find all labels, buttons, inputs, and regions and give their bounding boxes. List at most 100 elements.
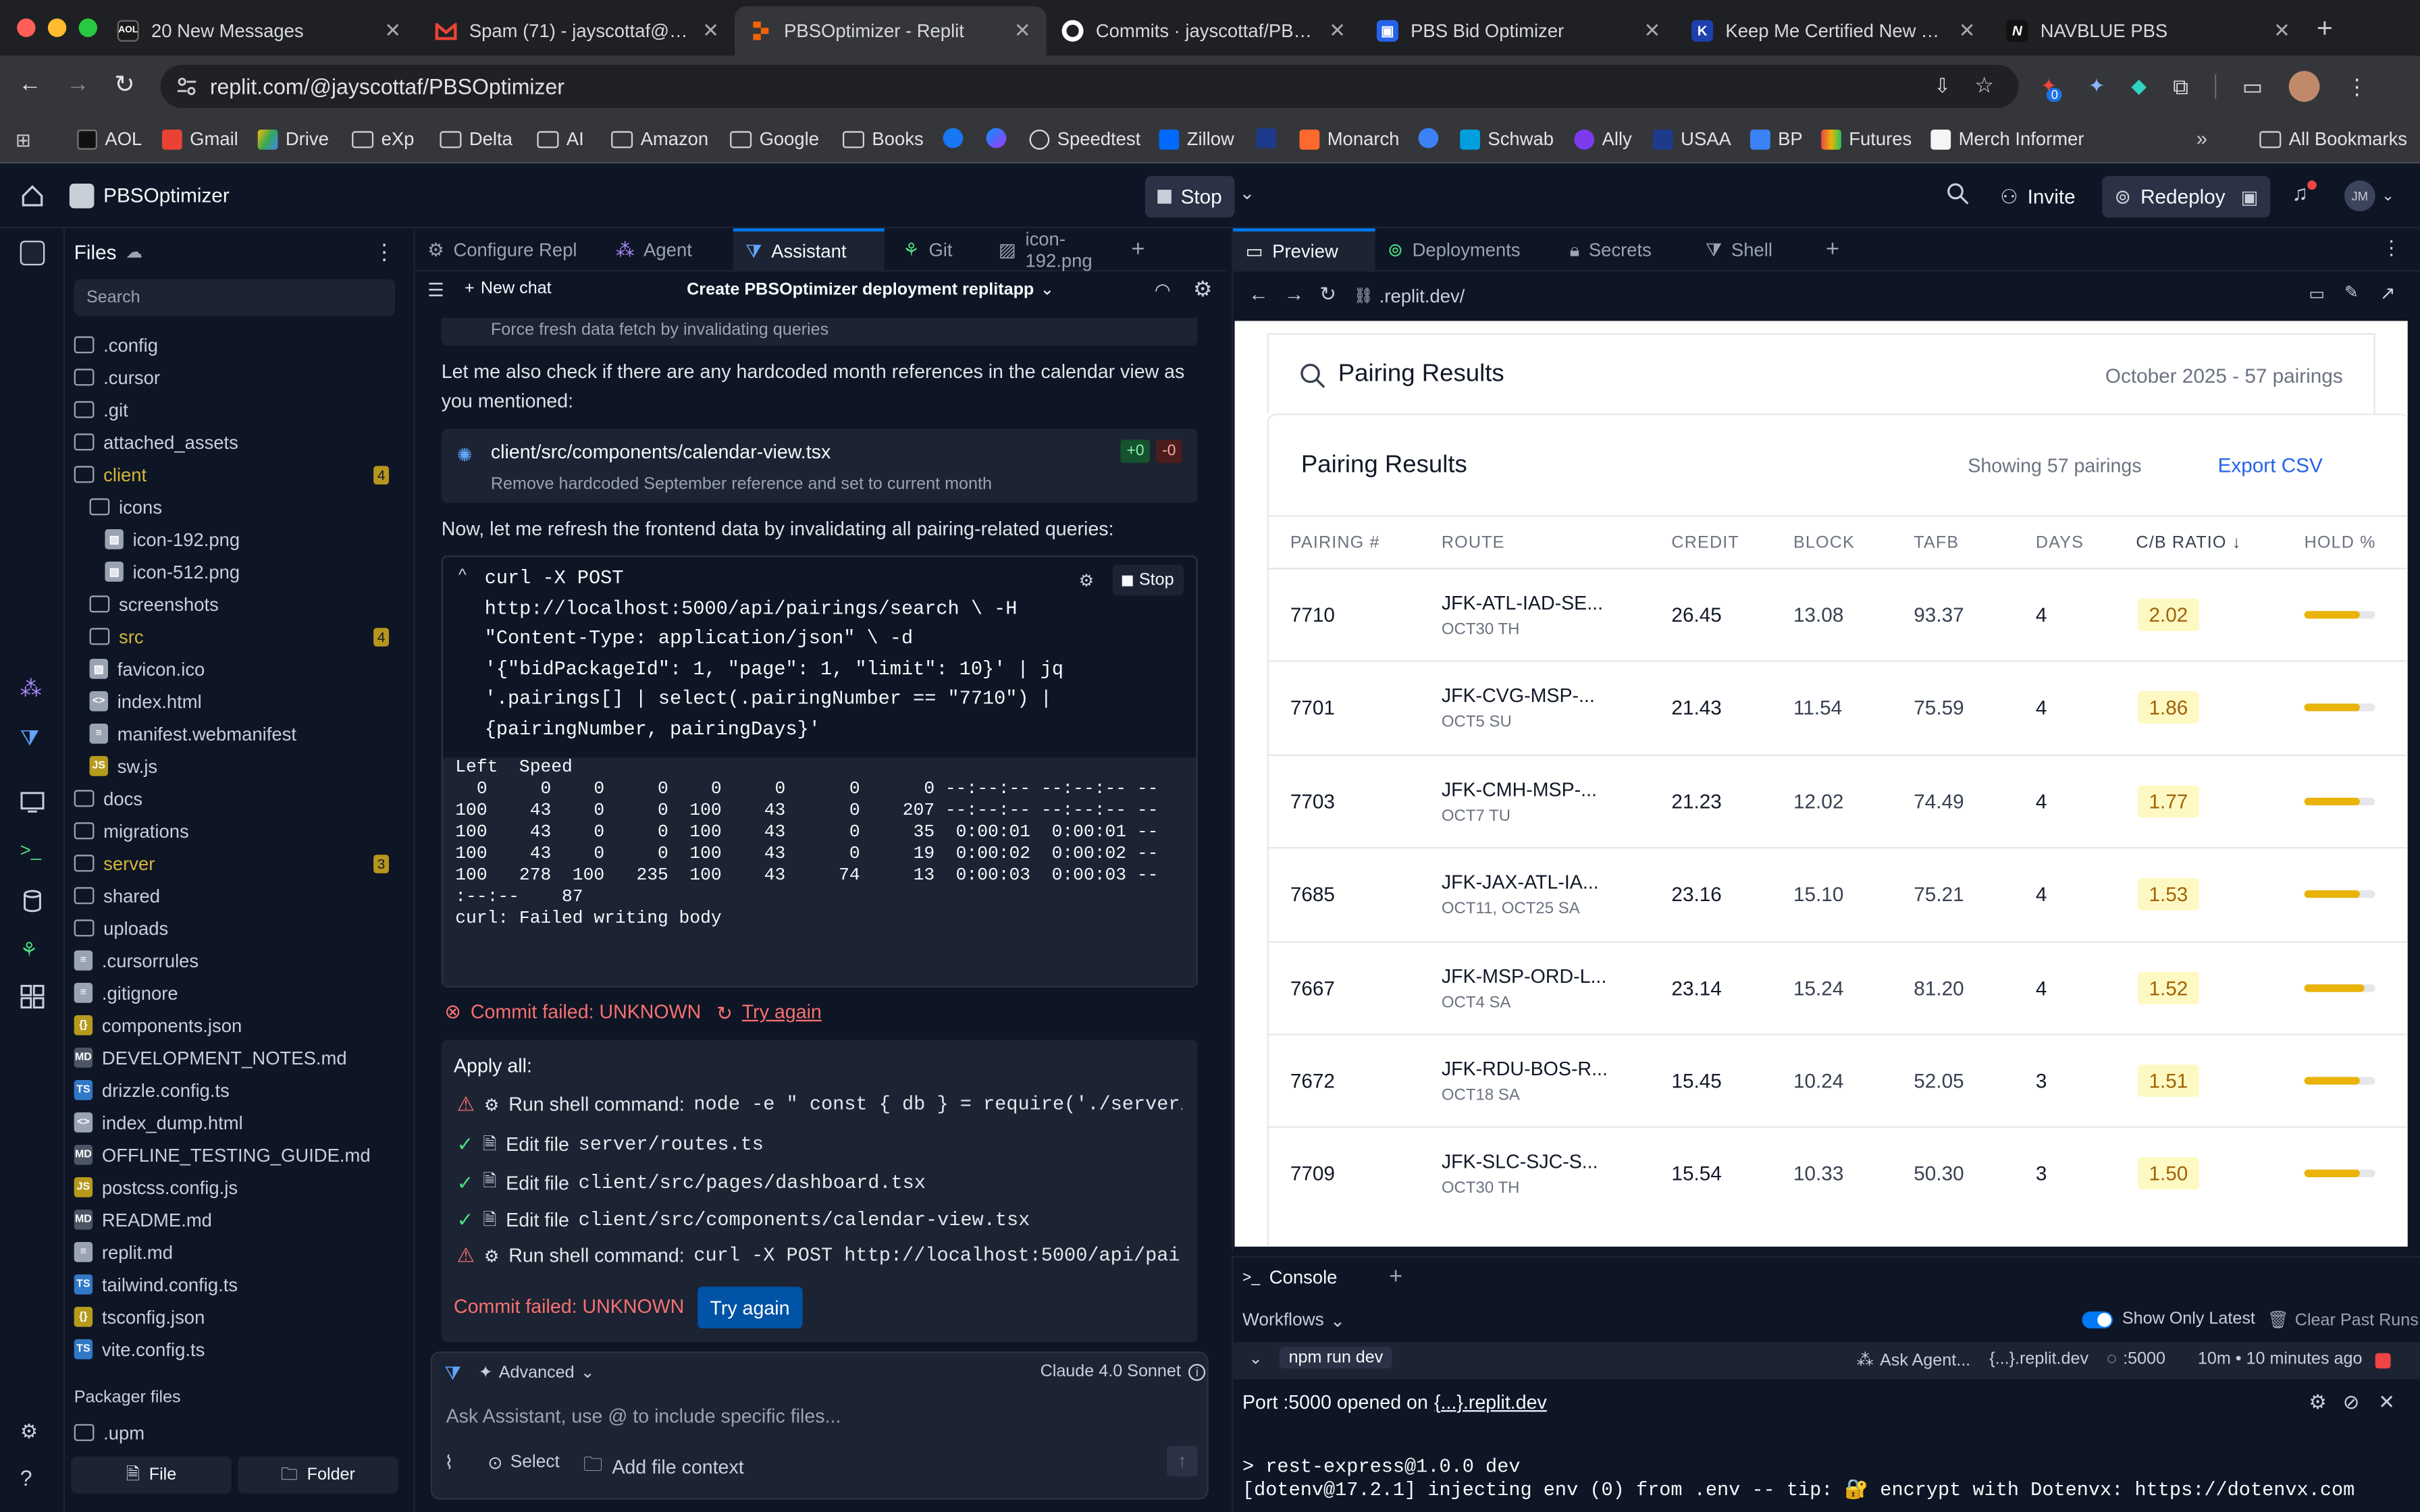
add-tab-icon[interactable]: + [1826,236,1839,263]
column-header-pairing[interactable]: PAIRING # [1290,534,1380,552]
file-tree-item[interactable]: MD DEVELOPMENT_NOTES.md [74,1042,404,1074]
try-again-link[interactable]: Try again [742,1001,822,1023]
close-icon[interactable]: ✕ [1959,18,1976,43]
extension-red-icon[interactable]: ✦ 0 [2041,74,2063,102]
show-only-latest-toggle[interactable]: Show Only Latest [2082,1310,2255,1328]
file-tree-item[interactable]: ≡ .cursorrules [74,944,404,977]
browser-tab-pbs[interactable]: ▣ PBS Bid Optimizer ✕ [1361,6,1676,55]
table-row[interactable]: 7667 JFK-MSP-ORD-L... OCT4 SA 23.14 15.24 81.… [1267,940,2408,1033]
extensions-puzzle-icon[interactable]: ⧉ [2173,74,2188,100]
files-tool-icon[interactable] [20,240,45,266]
clear-past-runs-button[interactable]: 🗑︎ Clear Past Runs [2267,1310,2419,1330]
file-tree-item[interactable]: docs [74,782,404,815]
action-item[interactable]: ✓ 🗎 Edit file client/src/pages/dashboard.ts… [457,1168,1182,1197]
table-row[interactable]: 7701 JFK-CVG-MSP-... OCT5 SU 21.43 11.54 75.5… [1267,661,2408,753]
help-icon[interactable]: ? [20,1465,45,1490]
tab-deployments[interactable]: ⊚ Deployments [1375,228,1533,271]
column-header-cb-ratio[interactable]: C/B RATIO ↓ [2136,534,2241,552]
git-tool-icon[interactable]: ⚘ [20,938,45,963]
tab-icon-192[interactable]: ▨ icon-192.png [987,228,1122,271]
back-icon[interactable]: ← [1248,282,1269,305]
preview-tool-icon[interactable] [20,790,45,815]
bookmark-monarch[interactable]: Monarch [1299,128,1399,150]
file-tree-item[interactable]: TS vite.config.ts [74,1333,404,1366]
pane-menu-kebab-icon[interactable]: ⋮ [2382,236,2402,261]
close-icon[interactable]: ✕ [2378,1390,2395,1415]
file-tree-item[interactable]: ▨ icon-192.png [74,523,404,556]
forward-icon[interactable]: → [66,71,89,97]
mute-icon[interactable]: ⊘ [2343,1390,2360,1415]
console-settings-gear-icon[interactable]: ⚙ [2309,1390,2327,1415]
bookmark-usaa[interactable]: USAA [1652,128,1731,150]
menu-kebab-icon[interactable]: ⋮ [2346,74,2368,100]
column-header-route[interactable]: ROUTE [1442,534,1505,552]
dev-domain[interactable]: {...}.replit.dev [1989,1350,2088,1368]
home-icon[interactable] [20,184,45,209]
column-header-days[interactable]: DAYS [2036,534,2084,552]
browser-tab-github[interactable]: Commits · jayscottaf/PBSOptimizer ✕ [1047,6,1361,55]
site-info-icon[interactable] [176,76,198,97]
tab-configure-repl[interactable]: ⚙ Configure Repl [415,228,589,271]
bookmark-amazon[interactable]: Amazon [611,128,708,150]
advanced-mode-dropdown[interactable]: ✦ Advanced ⌄ [479,1362,595,1382]
bookmark-delta[interactable]: Delta [440,128,512,150]
bookmark-bp[interactable]: BP [1750,128,1803,150]
table-row[interactable]: 7710 JFK-ATL-IAD-SE... OCT30 TH 26.45 13.08 9… [1267,568,2408,660]
agent-tool-icon[interactable]: ⁂ [20,676,45,701]
file-tree-item[interactable]: client 4 [74,458,404,491]
more-bookmarks-icon[interactable]: » [2197,126,2208,149]
file-tree-item[interactable]: screenshots [74,588,404,620]
chevron-down-icon[interactable]: ⌄ [1248,1349,1263,1368]
file-tree-item[interactable]: ▨ icon-512.png [74,556,404,588]
file-tree-item[interactable]: .git [74,394,404,426]
table-row[interactable]: 7703 JFK-CMH-MSP-... OCT7 TU 21.23 12.02 74.4… [1267,754,2408,846]
bookmark-books[interactable]: Books [842,128,924,150]
bookmark-facebook[interactable] [943,128,964,148]
workflows-dropdown[interactable]: Workflows ⌄ [1242,1310,1345,1332]
bookmark-speedtest[interactable]: Speedtest [1029,128,1140,150]
file-tree-item[interactable]: JS postcss.config.js [74,1171,404,1204]
bookmark-schwab[interactable]: Schwab [1460,128,1554,150]
close-icon[interactable]: ✕ [384,18,401,43]
tab-console[interactable]: >_ Console [1242,1267,1337,1289]
file-tree-item[interactable]: TS tailwind.config.ts [74,1268,404,1301]
back-icon[interactable]: ← [18,71,41,97]
user-menu[interactable]: JM ⌄ [2344,180,2394,212]
history-list-icon[interactable]: ☰ [427,279,444,301]
export-csv-button[interactable]: Export CSV [2218,454,2323,477]
file-tree-item[interactable]: server 3 [74,847,404,880]
add-tab-icon[interactable]: + [1131,236,1145,263]
bookmark-merch[interactable]: Merch Informer [1930,128,2084,150]
send-button[interactable]: ↑ [1166,1445,1198,1477]
browser-tab-aol[interactable]: AOL 20 New Messages ✕ [102,6,417,55]
file-tree-item[interactable]: attached_assets [74,426,404,458]
file-tree-item[interactable]: ≡ replit.md [74,1236,404,1268]
bookmark-messenger[interactable] [986,128,1007,148]
file-tree-item[interactable]: TS drizzle.config.ts [74,1074,404,1106]
browser-tab-kmc[interactable]: K Keep Me Certified New York ✕ [1676,6,1991,55]
chevron-down-icon[interactable]: ⌄ [1239,182,1255,204]
ask-agent-button[interactable]: ⁂ Ask Agent... [1857,1350,1970,1370]
action-item[interactable]: ⚠ ⚙ Run shell command: curl -X POST http://… [457,1243,1182,1268]
file-change-card[interactable]: ✺ client/src/components/calendar-view.ts… [441,429,1198,504]
bookmark-zillow[interactable]: Zillow [1159,128,1234,150]
bookmark-exp[interactable]: eXp [352,128,414,150]
bookmark-aol[interactable]: AOL [77,128,142,150]
file-tree-item[interactable]: <> index.html [74,685,404,718]
file-tree-item[interactable]: ▨ favicon.ico [74,653,404,685]
close-icon[interactable]: ✕ [702,18,719,43]
action-item[interactable]: ✓ 🗎 Edit file client/src/components/calenda… [457,1206,1182,1235]
bookmark-globe[interactable] [1418,128,1439,148]
stop-command-button[interactable]: Stop [1112,564,1184,596]
chat-title-dropdown[interactable]: Create PBSOptimizer deployment replitapp… [687,279,1054,300]
project-name[interactable]: PBSOptimizer [103,184,230,207]
file-tree-item[interactable]: MD README.md [74,1204,404,1236]
close-icon[interactable]: ✕ [2273,18,2290,43]
devices-icon[interactable]: ▭ [2309,284,2325,304]
search-icon[interactable] [1946,182,1969,205]
feedback-icon[interactable]: ⚙ [20,1420,45,1444]
new-folder-button[interactable]: 🗀 Folder [237,1456,398,1494]
close-icon[interactable]: ✕ [1014,18,1031,43]
bookmark-futures[interactable]: Futures [1821,128,1912,150]
all-bookmarks[interactable]: All Bookmarks [2259,128,2407,150]
